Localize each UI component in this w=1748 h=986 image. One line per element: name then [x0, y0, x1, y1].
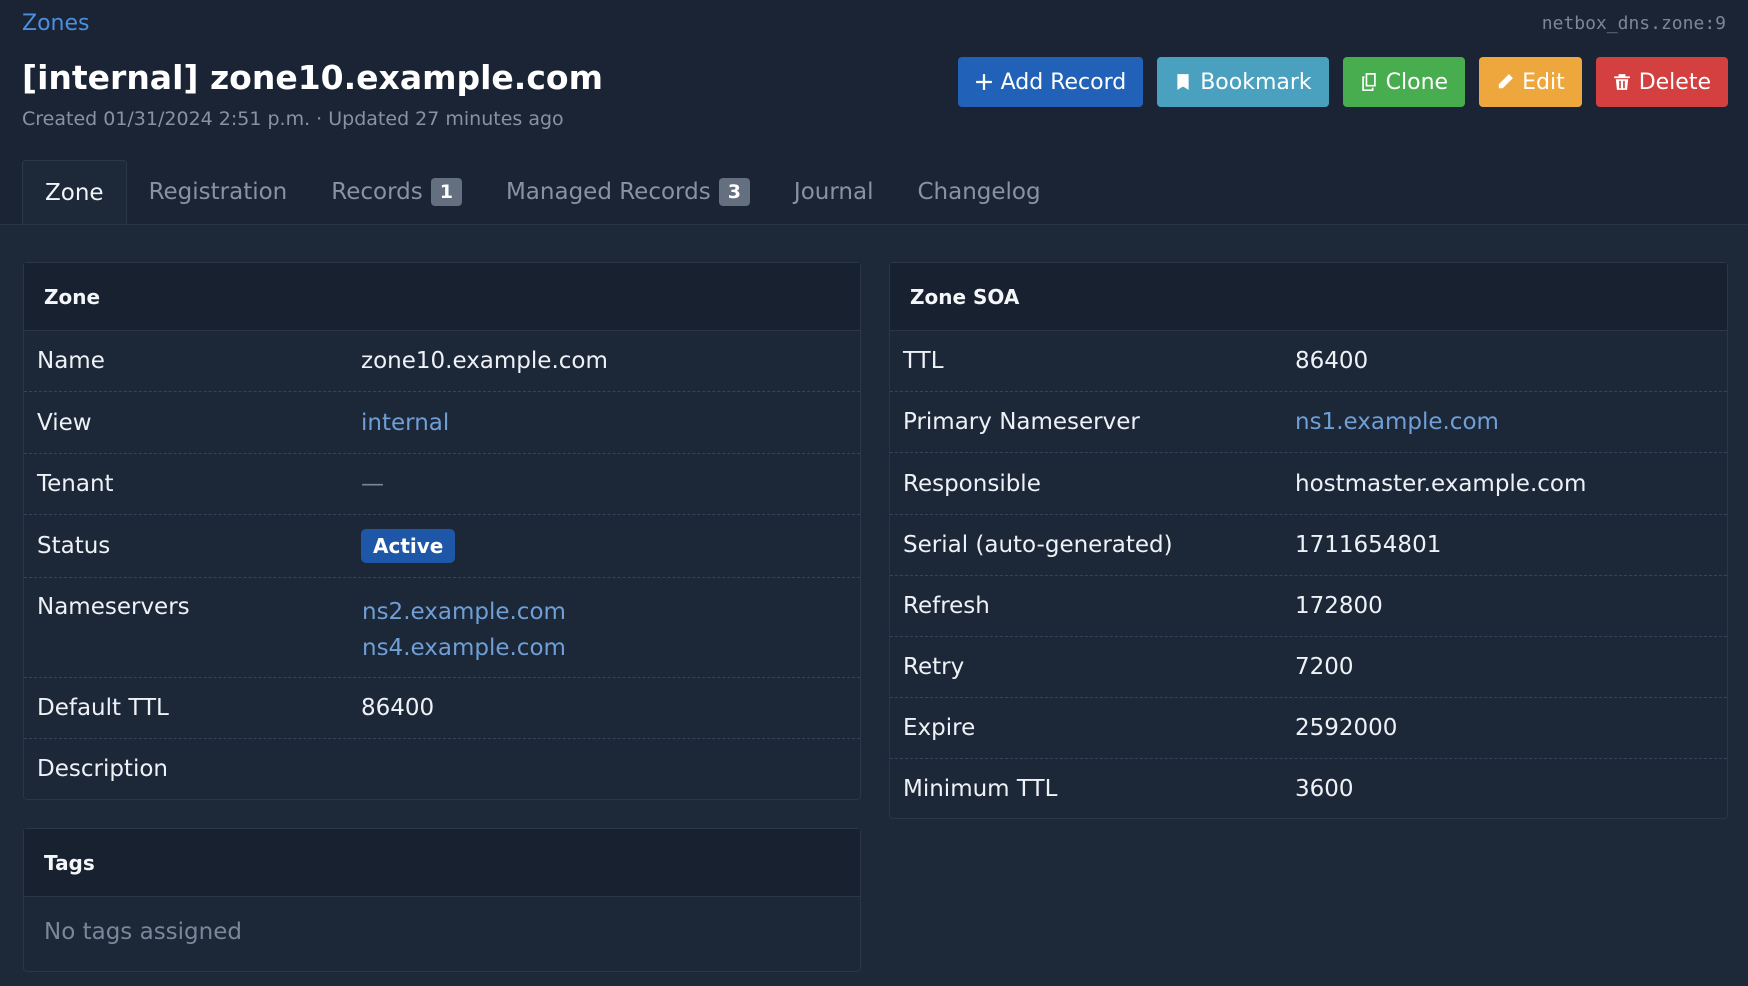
field-label: Status	[37, 533, 111, 559]
tab-managed-records[interactable]: Managed Records 3	[484, 160, 772, 224]
retry-value: 7200	[1295, 654, 1354, 680]
tab-records-label: Records	[331, 179, 423, 205]
table-row: Default TTL 86400	[24, 677, 860, 738]
table-row: Retry 7200	[890, 636, 1727, 697]
page-header: Zones netbox_dns.zone:9 [internal] zone1…	[0, 0, 1748, 224]
edit-button[interactable]: Edit	[1479, 57, 1582, 107]
table-row: Refresh 172800	[890, 575, 1727, 636]
view-link[interactable]: internal	[361, 410, 449, 436]
plus-icon	[975, 74, 992, 90]
table-row: View internal	[24, 391, 860, 453]
page-title: [internal] zone10.example.com	[22, 58, 603, 97]
tags-card: Tags No tags assigned	[23, 828, 861, 972]
field-label: Description	[37, 756, 168, 782]
managed-records-count-badge: 3	[718, 178, 750, 206]
action-buttons: Add Record Bookmark Clone Edit Delete	[957, 57, 1728, 107]
table-row: Responsible hostmaster.example.com	[890, 452, 1727, 514]
tags-card-title: Tags	[24, 829, 860, 897]
zone-soa-card-title: Zone SOA	[890, 263, 1727, 331]
tab-zone[interactable]: Zone	[22, 160, 127, 224]
field-label: Tenant	[37, 471, 114, 497]
tab-journal[interactable]: Journal	[772, 160, 896, 224]
serial-value: 1711654801	[1295, 532, 1442, 558]
zone-card-title: Zone	[24, 263, 860, 331]
zone-card: Zone Name zone10.example.com View intern…	[23, 262, 861, 800]
nameserver-link[interactable]: ns2.example.com	[362, 599, 566, 625]
zone-name-value: zone10.example.com	[361, 348, 608, 374]
soa-ttl-value: 86400	[1295, 348, 1369, 374]
delete-button[interactable]: Delete	[1595, 57, 1728, 107]
zone-soa-card: Zone SOA TTL 86400 Primary Nameserver ns…	[889, 262, 1728, 819]
clone-label: Clone	[1385, 69, 1449, 95]
records-count-badge: 1	[430, 178, 462, 206]
table-row: Status Active	[24, 514, 860, 577]
field-label: TTL	[903, 348, 944, 374]
table-row: TTL 86400	[890, 331, 1727, 391]
add-record-label: Add Record	[1000, 69, 1127, 95]
tab-managed-records-label: Managed Records	[505, 179, 711, 205]
expire-value: 2592000	[1295, 715, 1398, 741]
table-row: Description	[24, 738, 860, 799]
field-label: Serial (auto-generated)	[903, 532, 1173, 558]
clone-button[interactable]: Clone	[1342, 57, 1466, 107]
zone-table: Name zone10.example.com View internal Te…	[24, 331, 860, 799]
tab-records[interactable]: Records 1	[309, 160, 484, 224]
delete-label: Delete	[1638, 69, 1711, 95]
nameserver-link[interactable]: ns4.example.com	[362, 635, 566, 661]
add-record-button[interactable]: Add Record	[957, 57, 1144, 107]
trash-icon	[1613, 74, 1630, 90]
table-row: Minimum TTL 3600	[890, 758, 1727, 819]
table-row: Tenant —	[24, 453, 860, 514]
bookmark-label: Bookmark	[1200, 69, 1312, 95]
primary-nameserver-link[interactable]: ns1.example.com	[1295, 409, 1499, 435]
responsible-value: hostmaster.example.com	[1295, 470, 1587, 497]
main-content: Zone Name zone10.example.com View intern…	[0, 224, 1748, 986]
zone-soa-table: TTL 86400 Primary Nameserver ns1.example…	[890, 331, 1727, 819]
field-label: Refresh	[903, 593, 990, 619]
field-label: Nameservers	[37, 594, 190, 620]
default-ttl-value: 86400	[361, 695, 435, 721]
field-label: Primary Nameserver	[903, 409, 1140, 435]
field-label: Default TTL	[37, 695, 169, 721]
edit-label: Edit	[1522, 69, 1565, 95]
field-label: Responsible	[903, 470, 1041, 497]
pencil-icon	[1498, 74, 1513, 89]
table-row: Serial (auto-generated) 1711654801	[890, 514, 1727, 575]
created-updated-meta: Created 01/31/2024 2:51 p.m. · Updated 2…	[22, 108, 564, 130]
field-label: Expire	[903, 715, 976, 741]
field-label: Retry	[903, 654, 965, 680]
table-row: Nameservers ns2.example.com ns4.example.…	[24, 577, 860, 677]
minimum-ttl-value: 3600	[1295, 776, 1354, 802]
copy-icon	[1361, 73, 1376, 91]
bookmark-button[interactable]: Bookmark	[1157, 57, 1329, 107]
status-badge: Active	[361, 529, 456, 563]
bookmark-icon	[1177, 74, 1189, 90]
tab-changelog[interactable]: Changelog	[895, 160, 1062, 224]
tenant-value: —	[361, 471, 384, 497]
field-label: View	[37, 409, 92, 436]
table-row: Expire 2592000	[890, 697, 1727, 758]
object-identifier: netbox_dns.zone:9	[1541, 13, 1726, 34]
breadcrumb-zones[interactable]: Zones	[22, 11, 89, 36]
table-row: Primary Nameserver ns1.example.com	[890, 391, 1727, 452]
refresh-value: 172800	[1295, 593, 1383, 619]
tab-bar: Zone Registration Records 1 Managed Reco…	[22, 160, 1063, 224]
field-label: Name	[37, 348, 105, 374]
field-label: Minimum TTL	[903, 776, 1058, 802]
no-tags-text: No tags assigned	[44, 919, 242, 945]
table-row: Name zone10.example.com	[24, 331, 860, 391]
tab-registration[interactable]: Registration	[127, 160, 310, 224]
